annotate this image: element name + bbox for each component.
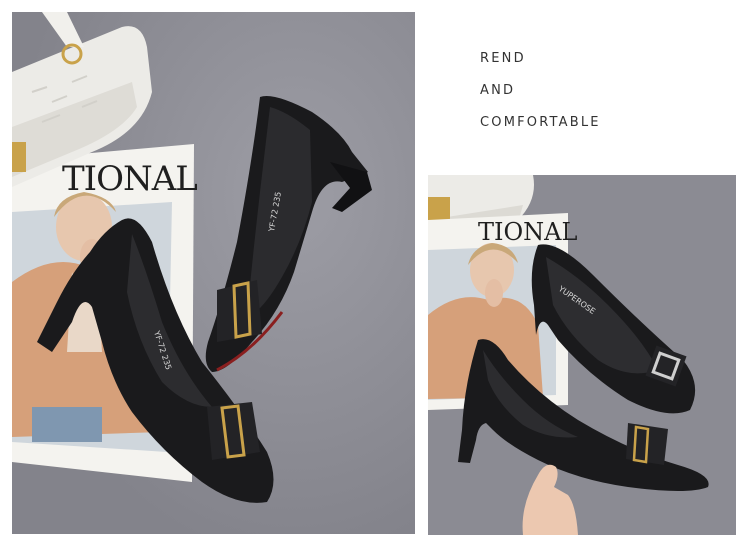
right-magazine-title: TIONAL	[478, 218, 577, 246]
tagline: REND AND COMFORTABLE	[480, 50, 730, 146]
tagline-line-2: AND	[480, 83, 516, 98]
magazine-title: TIONAL	[62, 159, 197, 199]
tagline-line-3: COMFORTABLE	[480, 115, 601, 130]
right-product-photo: TIONAL YUPEROSE	[428, 175, 736, 535]
tagline-line-1: REND	[480, 51, 526, 66]
right-photo-scene: TIONAL YUPEROSE	[428, 175, 736, 535]
left-photo-scene: TIONAL YF-72 235 YF-72 235	[12, 12, 415, 534]
left-product-photo: TIONAL YF-72 235 YF-72 235	[12, 12, 415, 534]
